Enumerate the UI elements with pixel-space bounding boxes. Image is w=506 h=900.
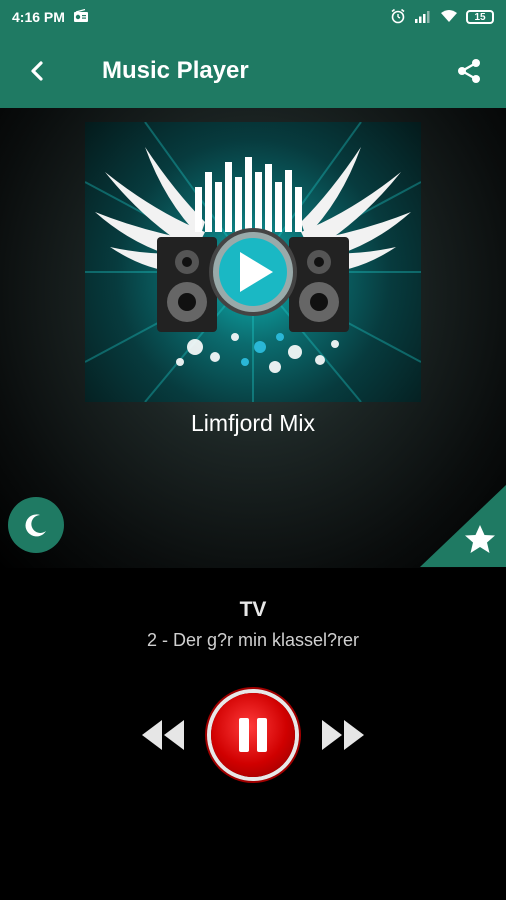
pause-icon xyxy=(239,718,267,752)
fast-forward-icon xyxy=(322,720,364,750)
battery-indicator: 15 xyxy=(466,10,494,24)
alarm-icon xyxy=(390,8,406,27)
station-name: Limfjord Mix xyxy=(191,410,315,436)
app-bar: Music Player xyxy=(0,34,506,108)
moon-icon xyxy=(25,514,46,537)
rewind-icon xyxy=(142,720,184,750)
sleep-timer-button[interactable] xyxy=(8,497,64,553)
page-title: Music Player xyxy=(102,57,249,84)
pause-button[interactable] xyxy=(211,693,295,777)
back-button[interactable] xyxy=(0,34,74,108)
artist-name: TV xyxy=(239,598,267,621)
share-icon xyxy=(458,59,480,83)
battery-level: 15 xyxy=(474,11,486,23)
status-bar: 4:16 PM 15 xyxy=(0,0,506,34)
share-button[interactable] xyxy=(432,34,506,108)
arrow-left-icon xyxy=(31,61,43,81)
favorite-button[interactable] xyxy=(420,485,506,567)
status-time: 4:16 PM xyxy=(12,9,65,25)
album-cover-image xyxy=(85,122,421,402)
rewind-button[interactable] xyxy=(138,712,188,758)
fast-forward-button[interactable] xyxy=(318,712,368,758)
wifi-icon xyxy=(440,9,458,26)
playback-controls xyxy=(0,690,506,780)
track-title: 2 - Der g?r min klassel?rer xyxy=(146,630,360,650)
radio-notification-icon xyxy=(73,8,89,26)
signal-icon xyxy=(414,9,432,26)
